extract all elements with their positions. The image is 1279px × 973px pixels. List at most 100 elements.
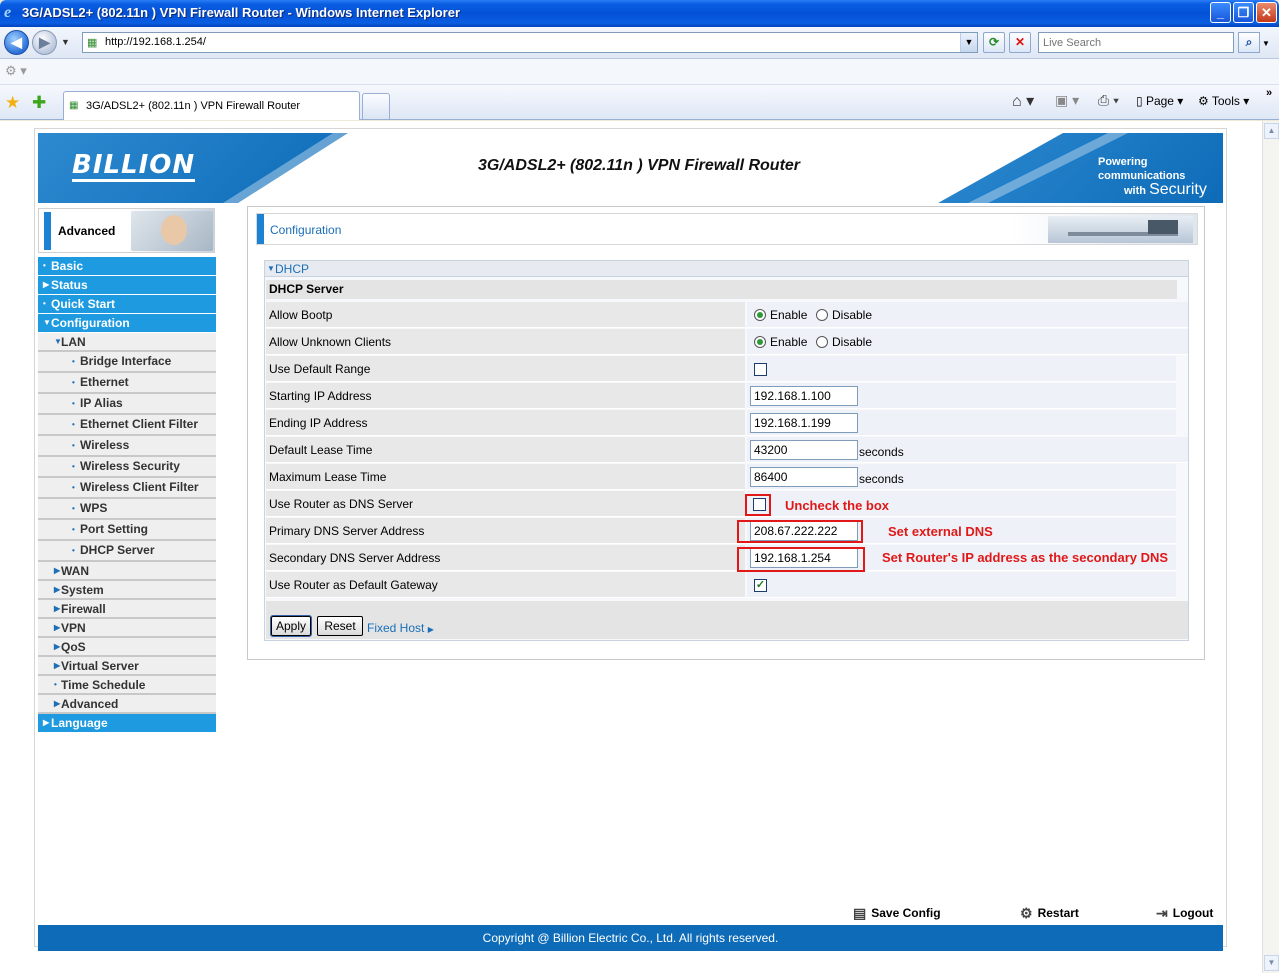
links-toolbar: ⚙ ▾	[0, 59, 1279, 85]
sidebar-item-label: Advanced	[61, 697, 119, 711]
sidebar-item-label: Ethernet	[80, 375, 129, 389]
use-default-range-checkbox[interactable]	[754, 363, 767, 376]
sidebar-item-label: Wireless Security	[80, 459, 180, 473]
sidebar-item-wps[interactable]: • WPS	[38, 499, 216, 520]
save-config-link[interactable]: ▤ Save Config	[853, 905, 941, 922]
allow-unknown-enable-label: Enable	[770, 335, 808, 349]
favorites-star-icon[interactable]: ★	[5, 93, 20, 113]
feeds-icon[interactable]: ▣ ▾	[1055, 92, 1079, 109]
forward-button[interactable]: ▶	[32, 30, 57, 55]
annotation-box-primary-dns	[737, 520, 863, 543]
sidebar-item-firewall[interactable]: ▶ Firewall	[38, 600, 216, 619]
apply-button[interactable]: Apply	[270, 615, 312, 637]
logout-link[interactable]: ⇥ Logout	[1156, 905, 1213, 922]
add-favorite-icon[interactable]: ✚	[32, 93, 46, 113]
bullet-icon: •	[72, 378, 75, 387]
primary-dns-label: Primary DNS Server Address	[266, 518, 745, 544]
translate-icon[interactable]: ⚙ ▾	[5, 63, 27, 79]
sidebar-item-dhcp-server[interactable]: • DHCP Server	[38, 541, 216, 562]
tab-router[interactable]: ▦ 3G/ADSL2+ (802.11n ) VPN Firewall Rout…	[63, 91, 360, 120]
bullet-icon: •	[72, 441, 75, 450]
sidebar-item-configuration[interactable]: ▼ Configuration	[38, 314, 216, 333]
refresh-button[interactable]: ⟳	[983, 32, 1005, 53]
sidebar-item-label: WPS	[80, 501, 108, 515]
sidebar-item-lan[interactable]: ▼ LAN	[38, 333, 216, 352]
sidebar-item-time-schedule[interactable]: • Time Schedule	[38, 676, 216, 695]
sidebar-item-language[interactable]: ▶ Language	[38, 714, 216, 733]
vertical-scrollbar[interactable]: ▲ ▼	[1262, 121, 1279, 973]
minimize-button[interactable]: _	[1210, 2, 1231, 23]
history-dropdown-icon[interactable]: ▼	[61, 37, 70, 47]
sidebar-item-vpn[interactable]: ▶ VPN	[38, 619, 216, 638]
sidebar-item-quick-start[interactable]: • Quick Start	[38, 295, 216, 314]
sidebar-item-wireless-security[interactable]: • Wireless Security	[38, 457, 216, 478]
sidebar-item-wan[interactable]: ▶ WAN	[38, 562, 216, 581]
allow-bootp-disable-radio[interactable]	[816, 309, 828, 321]
fixed-host-label: Fixed Host	[367, 621, 425, 635]
allow-bootp-enable-radio[interactable]	[754, 309, 766, 321]
close-button[interactable]: ✕	[1256, 2, 1277, 23]
sidebar-item-virtual-server[interactable]: ▶ Virtual Server	[38, 657, 216, 676]
slogan: Powering communications with Security	[1098, 155, 1223, 198]
sidebar-item-bridge-interface[interactable]: • Bridge Interface	[38, 352, 216, 373]
sidebar-item-advanced[interactable]: ▶ Advanced	[38, 695, 216, 714]
default-gateway-checkbox[interactable]: ✓	[754, 579, 767, 592]
page-menu[interactable]: ▯ Page ▾	[1136, 94, 1183, 108]
sidebar-item-ethernet-client-filter[interactable]: • Ethernet Client Filter	[38, 415, 216, 436]
sidebar-item-system[interactable]: ▶ System	[38, 581, 216, 600]
search-options-dropdown-icon[interactable]: ▼	[1262, 39, 1270, 48]
main-panel: Configuration ▼ DHCP DHCP Server Allow B…	[247, 206, 1205, 660]
chevron-right-icon: ▶	[427, 625, 434, 634]
allow-unknown-disable-radio[interactable]	[816, 336, 828, 348]
tools-menu[interactable]: ⚙ Tools ▾	[1198, 94, 1249, 108]
toolbar-overflow-icon[interactable]: »	[1266, 87, 1272, 99]
save-disk-icon: ▤	[853, 905, 867, 921]
address-field[interactable]: ▦ http://192.168.1.254/ ▼	[82, 32, 978, 53]
home-icon[interactable]: ⌂ ▾	[1012, 91, 1034, 111]
search-input[interactable]	[1039, 33, 1233, 52]
new-tab-button[interactable]	[362, 93, 390, 119]
search-icon[interactable]: ⌕	[1238, 32, 1260, 53]
sidebar-item-status[interactable]: ▶ Status	[38, 276, 216, 295]
allow-unknown-enable-radio[interactable]	[754, 336, 766, 348]
print-icon[interactable]: ⎙ ▾	[1098, 92, 1119, 109]
row-use-default-range: Use Default Range	[266, 356, 1188, 382]
sidebar-item-port-setting[interactable]: • Port Setting	[38, 520, 216, 541]
search-field[interactable]	[1038, 32, 1234, 53]
sidebar-nav: • Basic ▶ Status • Quick Start ▼ Configuration ▼…	[38, 257, 216, 733]
copyright-bar: Copyright @ Billion Electric Co., Ltd. A…	[38, 925, 1223, 951]
chevron-right-icon: ▶	[54, 623, 61, 632]
address-dropdown-icon[interactable]: ▼	[960, 33, 977, 52]
sidebar-item-qos[interactable]: ▶ QoS	[38, 638, 216, 657]
starting-ip-input[interactable]: 192.168.1.100	[750, 386, 858, 406]
sidebar-item-wireless-client-filter[interactable]: • Wireless Client Filter	[38, 478, 216, 499]
max-lease-input[interactable]: 86400	[750, 467, 858, 487]
annotation-external-dns: Set external DNS	[888, 524, 993, 539]
dhcp-section-header[interactable]: ▼ DHCP	[265, 261, 1188, 277]
url-text[interactable]: http://192.168.1.254/	[105, 36, 206, 48]
default-lease-input[interactable]: 43200	[750, 440, 858, 460]
fixed-host-link[interactable]: Fixed Host ▶	[367, 621, 434, 635]
scroll-down-icon[interactable]: ▼	[1264, 955, 1279, 971]
sidebar-item-ethernet[interactable]: • Ethernet	[38, 373, 216, 394]
tab-bar: ★ ✚ ▦ 3G/ADSL2+ (802.11n ) VPN Firewall …	[0, 85, 1279, 120]
sidebar-item-label: Time Schedule	[61, 678, 146, 692]
restore-button[interactable]: ❐	[1233, 2, 1254, 23]
bullet-icon: •	[72, 357, 75, 366]
reset-button[interactable]: Reset	[317, 616, 363, 636]
stop-button[interactable]: ✕	[1009, 32, 1031, 53]
sidebar-item-basic[interactable]: • Basic	[38, 257, 216, 276]
row-router-dns: Use Router as DNS Server	[266, 491, 1188, 517]
mode-label: Advanced	[58, 224, 116, 238]
sidebar-item-wireless[interactable]: • Wireless	[38, 436, 216, 457]
sidebar-item-ip-alias[interactable]: • IP Alias	[38, 394, 216, 415]
bullet-icon: •	[72, 483, 75, 492]
back-button[interactable]: ◀	[4, 30, 29, 55]
office-monitor	[1148, 220, 1178, 234]
page-menu-label: Page	[1145, 94, 1174, 108]
sidebar-item-label: Quick Start	[51, 297, 116, 311]
ending-ip-input[interactable]: 192.168.1.199	[750, 413, 858, 433]
restart-link[interactable]: ⚙ Restart	[1020, 905, 1079, 922]
scroll-up-icon[interactable]: ▲	[1264, 123, 1279, 139]
bullet-icon: •	[43, 261, 46, 270]
